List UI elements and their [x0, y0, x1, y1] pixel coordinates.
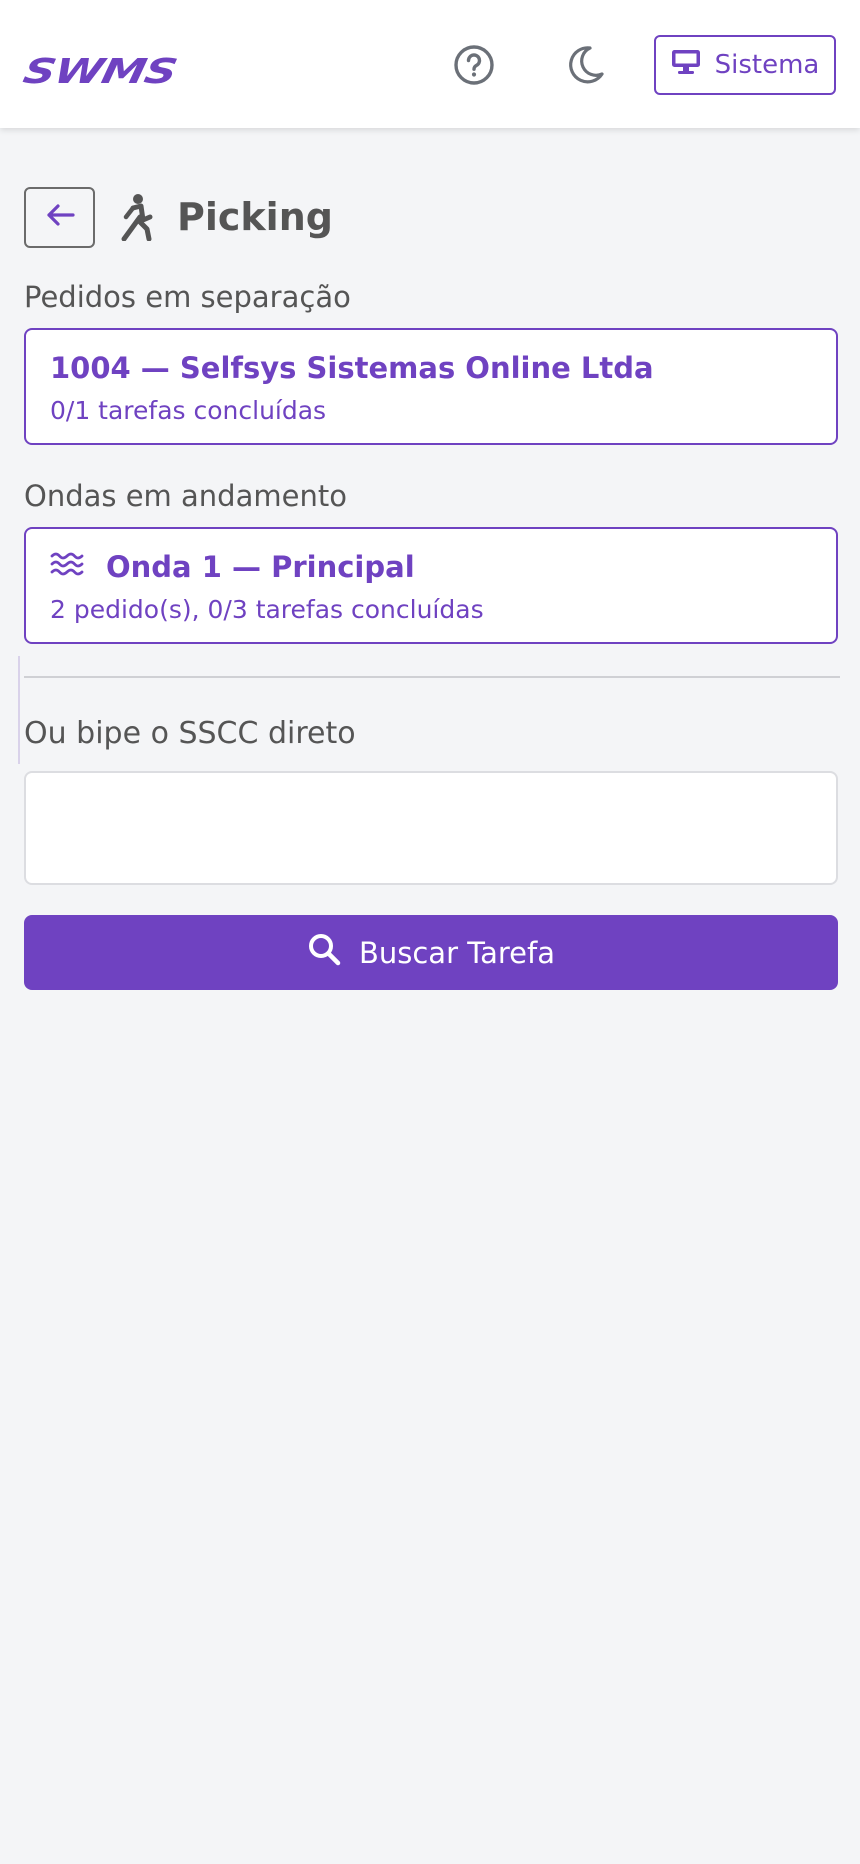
top-header: SWMS Sistema — [0, 0, 860, 128]
order-card[interactable]: 1004 — Selfsys Sistemas Online Ltda 0/1 … — [24, 328, 838, 445]
search-task-button[interactable]: Buscar Tarefa — [24, 915, 838, 990]
swms-logo[interactable]: SWMS — [20, 52, 180, 92]
wave-card[interactable]: Onda 1 — Principal 2 pedido(s), 0/3 tare… — [24, 527, 838, 644]
monitor-icon — [671, 49, 701, 82]
focus-indicator — [18, 656, 20, 764]
arrow-left-icon — [45, 203, 75, 231]
page-title: Picking — [177, 195, 333, 239]
wave-card-title-row: Onda 1 — Principal — [50, 547, 812, 587]
search-icon — [307, 932, 341, 973]
sscc-label: Ou bipe o SSCC direto — [24, 716, 356, 751]
waves-section-label: Ondas em andamento — [24, 479, 347, 513]
dark-mode-moon-icon[interactable] — [564, 44, 606, 86]
wave-card-title: Onda 1 — Principal — [106, 550, 415, 584]
orders-section-label: Pedidos em separação — [24, 280, 351, 314]
main-content: Picking Pedidos em separação 1004 — Self… — [24, 186, 840, 990]
back-button[interactable] — [24, 186, 95, 248]
sscc-input[interactable] — [24, 771, 838, 885]
order-card-title: 1004 — Selfsys Sistemas Online Ltda — [50, 351, 654, 385]
system-theme-label: Sistema — [714, 50, 820, 80]
search-task-label: Buscar Tarefa — [358, 935, 556, 970]
page-title-row: Picking — [24, 186, 838, 248]
water-waves-icon — [50, 550, 84, 584]
section-divider — [24, 676, 840, 678]
help-icon[interactable] — [453, 44, 495, 86]
person-walking-icon — [117, 193, 157, 241]
system-theme-button[interactable]: Sistema — [654, 35, 836, 95]
order-card-progress: 0/1 tarefas concluídas — [50, 396, 327, 425]
wave-card-progress: 2 pedido(s), 0/3 tarefas concluídas — [50, 595, 484, 624]
